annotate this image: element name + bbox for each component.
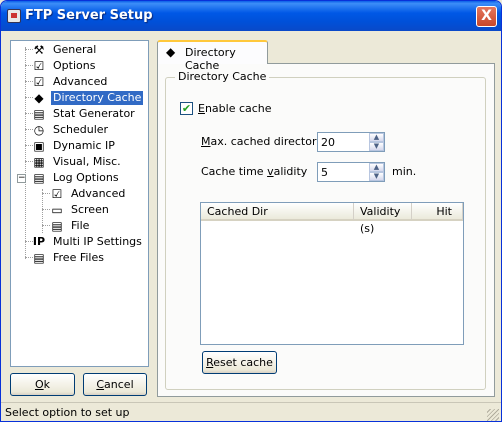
multi-ip-icon: IP — [32, 235, 46, 248]
scheduler-icon: ◷ — [33, 123, 45, 137]
max-cached-directories-label: Max. cached directories — [201, 135, 333, 148]
spin-down-icon[interactable]: ▼ — [369, 142, 384, 151]
column-header-cached-dir[interactable]: Cached Dir — [201, 203, 354, 221]
file-icon: ▤ — [51, 219, 63, 233]
reset-cache-button[interactable]: Reset cache — [202, 351, 277, 374]
directory-cache-icon: ◆ — [166, 45, 176, 59]
visual-icon: ▦ — [33, 155, 45, 169]
free-files-icon: ▤ — [33, 251, 45, 265]
app-icon[interactable] — [7, 9, 21, 23]
tree-item-label: Log Options — [53, 171, 119, 184]
tree-item-label: Directory Cache — [51, 91, 144, 105]
status-bar: Select option to set up — [1, 402, 501, 421]
ok-button[interactable]: Ok — [10, 373, 75, 396]
options-icon: ☑ — [33, 59, 45, 73]
log-options-icon: ▤ — [33, 171, 45, 185]
enable-cache-label[interactable]: Enable cache — [198, 102, 272, 115]
tree-item-label: Stat Generator — [53, 107, 135, 120]
cache-time-validity-spinner[interactable]: 5 ▲ ▼ — [317, 162, 385, 182]
cancel-button[interactable]: Cancel — [83, 373, 147, 396]
spin-up-icon[interactable]: ▲ — [369, 163, 384, 172]
resize-grip-icon[interactable] — [487, 409, 499, 421]
max-cached-directories-spinner[interactable]: 20 ▲ ▼ — [317, 132, 385, 152]
tree-item-label: Screen — [71, 203, 109, 216]
tab-label: Directory Cache — [185, 46, 236, 72]
tree-item-label: File — [71, 219, 90, 232]
tree-item-label: Multi IP Settings — [53, 235, 142, 248]
screen-icon: ▭ — [51, 203, 63, 217]
column-header-validity[interactable]: Validity (s) — [354, 203, 412, 235]
max-cached-directories-value[interactable]: 20 — [321, 136, 335, 149]
column-header-hit[interactable]: Hit — [412, 203, 463, 221]
directory-cache-icon: ◆ — [34, 91, 44, 105]
tree-item-label: Scheduler — [53, 123, 109, 136]
spin-up-icon[interactable]: ▲ — [369, 133, 384, 142]
spin-down-icon[interactable]: ▼ — [369, 172, 384, 181]
log-advanced-icon: ☑ — [51, 187, 63, 201]
title-bar[interactable]: FTP Server Setup X — [1, 1, 501, 31]
tree-item-label: Visual, Misc. — [53, 155, 121, 168]
window-title: FTP Server Setup — [25, 8, 153, 23]
advanced-icon: ☑ — [33, 75, 45, 89]
tree-item-label: General — [53, 43, 97, 56]
cache-time-validity-value[interactable]: 5 — [321, 166, 328, 179]
tools-icon: ⚒ — [33, 43, 45, 57]
enable-cache-checkbox[interactable]: ✔ — [180, 102, 193, 115]
tree-item-label: Dynamic IP — [53, 139, 115, 152]
validity-unit: min. — [392, 165, 417, 178]
tree-item-label: Advanced — [71, 187, 126, 200]
status-text: Select option to set up — [5, 406, 130, 419]
tree-item-label: Advanced — [53, 75, 108, 88]
tree-item-label: Options — [53, 59, 96, 72]
close-button[interactable]: X — [476, 6, 497, 27]
tab-directory-cache[interactable]: ◆ Directory Cache — [157, 40, 268, 72]
log-options-collapse-toggle[interactable]: − — [17, 174, 26, 183]
stat-generator-icon: ▤ — [33, 107, 45, 121]
tree-item-label: Free Files — [53, 251, 104, 264]
cache-time-validity-label: Cache time validity — [201, 165, 308, 178]
cached-dirs-list[interactable]: Cached Dir Validity (s) Hit — [200, 202, 464, 345]
ftp-server-setup-window: FTP Server Setup X − ⚒ General ☑ Options ☑ Ad… — [0, 0, 502, 422]
options-tree[interactable]: − ⚒ General ☑ Options ☑ Advanced ◆ Directory Ca… — [10, 40, 149, 367]
dynamic-ip-icon: ▣ — [33, 139, 45, 153]
